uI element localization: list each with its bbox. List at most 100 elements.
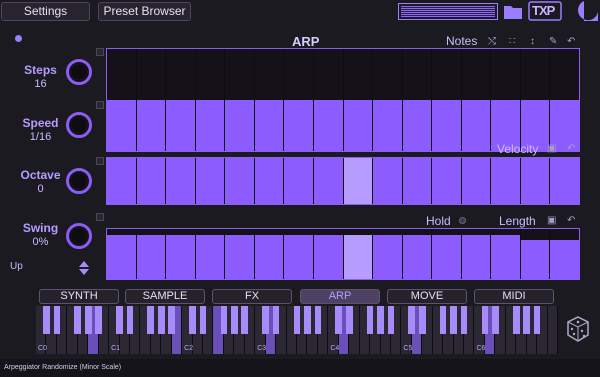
black-key[interactable]	[512, 306, 520, 334]
velocity-step-11[interactable]	[402, 158, 432, 204]
black-key[interactable]	[387, 306, 395, 334]
black-key[interactable]	[116, 306, 123, 334]
velocity-undo-icon[interactable]: ↶	[567, 143, 575, 154]
swing-modulation-toggle[interactable]	[96, 213, 104, 221]
black-key[interactable]	[366, 306, 374, 334]
notes-step-11[interactable]	[402, 49, 432, 151]
hold-toggle[interactable]	[459, 217, 466, 224]
folder-icon[interactable]	[503, 3, 523, 20]
black-key[interactable]	[220, 306, 228, 334]
length-step-8[interactable]	[313, 229, 343, 279]
notes-step-12[interactable]	[432, 49, 461, 151]
length-step-14[interactable]	[491, 229, 520, 279]
black-key[interactable]	[157, 306, 165, 334]
randomize-length-icon[interactable]: ▣	[547, 215, 556, 226]
black-key[interactable]	[377, 306, 384, 334]
tab-synth[interactable]: SYNTH	[39, 289, 119, 304]
length-step-15[interactable]	[520, 229, 550, 279]
velocity-step-2[interactable]	[136, 158, 166, 204]
steps-knob[interactable]	[66, 59, 92, 85]
velocity-step-12[interactable]	[432, 158, 461, 204]
velocity-step-1[interactable]	[107, 158, 136, 204]
velocity-step-6[interactable]	[254, 158, 284, 204]
black-key[interactable]	[450, 306, 457, 334]
black-key[interactable]	[293, 306, 301, 334]
length-step-1[interactable]	[107, 229, 136, 279]
shuffle-icon[interactable]: ⤭	[488, 36, 496, 47]
black-key[interactable]	[533, 306, 541, 334]
notes-step-1[interactable]	[107, 49, 136, 151]
black-key[interactable]	[126, 306, 134, 334]
length-step-16[interactable]	[550, 229, 579, 279]
power-logo-icon[interactable]	[570, 0, 599, 22]
velocity-step-4[interactable]	[195, 158, 225, 204]
notes-step-5[interactable]	[225, 49, 254, 151]
velocity-step-3[interactable]	[166, 158, 195, 204]
black-key[interactable]	[74, 306, 82, 334]
notes-step-13[interactable]	[461, 49, 491, 151]
tab-move[interactable]: MOVE	[387, 289, 467, 304]
black-key[interactable]	[189, 306, 196, 334]
black-key[interactable]	[335, 306, 343, 334]
black-key[interactable]	[262, 306, 269, 334]
notes-step-6[interactable]	[254, 49, 284, 151]
notes-step-9[interactable]	[343, 49, 373, 151]
notes-step-16[interactable]	[550, 49, 579, 151]
velocity-step-14[interactable]	[491, 158, 520, 204]
notes-step-3[interactable]	[166, 49, 195, 151]
black-key[interactable]	[199, 306, 207, 334]
length-step-13[interactable]	[461, 229, 491, 279]
undo-icon[interactable]: ↶	[567, 36, 575, 47]
octave-knob[interactable]	[66, 168, 92, 194]
black-key[interactable]	[241, 306, 249, 334]
black-key[interactable]	[460, 306, 468, 334]
black-key[interactable]	[439, 306, 447, 334]
notes-step-7[interactable]	[284, 49, 313, 151]
tab-midi[interactable]: MIDI	[474, 289, 554, 304]
notes-step-2[interactable]	[136, 49, 166, 151]
notes-grid[interactable]	[106, 48, 580, 152]
black-key[interactable]	[147, 306, 155, 334]
notes-step-14[interactable]	[491, 49, 520, 151]
black-key[interactable]	[272, 306, 280, 334]
dice-randomize-icon[interactable]	[566, 316, 590, 342]
notes-step-4[interactable]	[195, 49, 225, 151]
black-key[interactable]	[418, 306, 426, 334]
velocity-step-9[interactable]	[343, 158, 373, 204]
speed-modulation-toggle[interactable]	[96, 101, 104, 109]
length-step-6[interactable]	[254, 229, 284, 279]
octave-modulation-toggle[interactable]	[96, 157, 104, 165]
tab-sample[interactable]: SAMPLE	[125, 289, 205, 304]
length-step-2[interactable]	[136, 229, 166, 279]
black-key[interactable]	[53, 306, 61, 334]
length-undo-icon[interactable]: ↶	[567, 215, 575, 226]
settings-button[interactable]: Settings	[1, 2, 90, 21]
black-key[interactable]	[481, 306, 489, 334]
length-step-11[interactable]	[402, 229, 432, 279]
velocity-step-8[interactable]	[313, 158, 343, 204]
black-key[interactable]	[492, 306, 499, 334]
length-step-4[interactable]	[195, 229, 225, 279]
velocity-step-10[interactable]	[373, 158, 402, 204]
length-step-9[interactable]	[343, 229, 373, 279]
length-step-3[interactable]	[166, 229, 195, 279]
black-key[interactable]	[43, 306, 50, 334]
black-key[interactable]	[523, 306, 530, 334]
velocity-grid[interactable]	[106, 157, 580, 205]
arrow-up-down-icon[interactable]: ↕	[530, 36, 535, 47]
velocity-step-15[interactable]	[520, 158, 550, 204]
speed-knob[interactable]	[66, 112, 92, 138]
black-key[interactable]	[314, 306, 322, 334]
direction-stepper-icon[interactable]	[78, 261, 90, 275]
notes-step-10[interactable]	[373, 49, 402, 151]
steps-modulation-toggle[interactable]	[96, 48, 104, 56]
black-key[interactable]	[231, 306, 238, 334]
white-key[interactable]	[547, 306, 558, 354]
velocity-step-13[interactable]	[461, 158, 491, 204]
notes-step-8[interactable]	[313, 49, 343, 151]
tab-arp[interactable]: ARP	[300, 289, 380, 304]
swing-knob[interactable]	[66, 223, 92, 249]
black-key[interactable]	[345, 306, 353, 334]
length-step-5[interactable]	[225, 229, 254, 279]
length-grid[interactable]	[106, 228, 580, 280]
